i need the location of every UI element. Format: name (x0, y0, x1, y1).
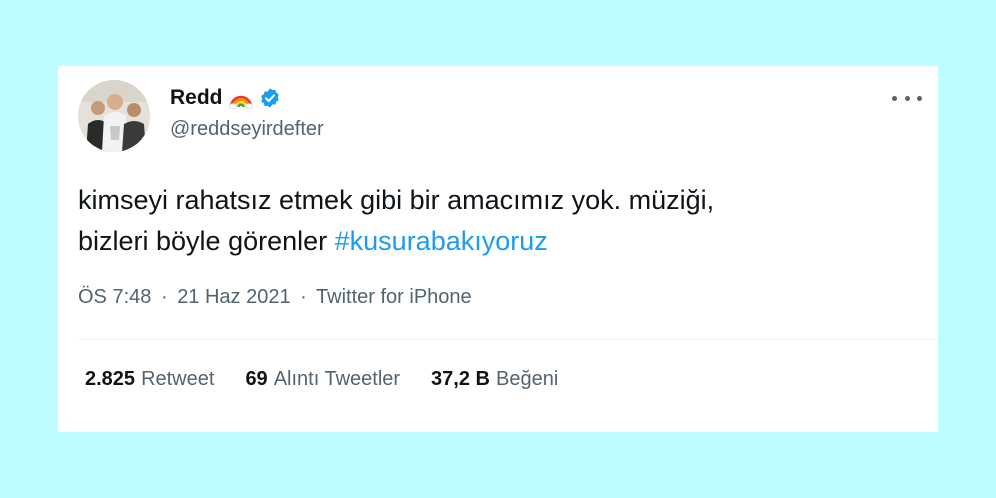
like-label: Beğeni (495, 368, 559, 390)
avatar-image (78, 80, 150, 152)
quote-tweet-count: 69 (245, 368, 268, 390)
more-dot (917, 95, 922, 101)
display-name[interactable]: Redd (170, 86, 223, 110)
verified-badge-icon (259, 87, 281, 109)
tweet-text-line-2: bizleri böyle görenler #kusurabakıyoruz (78, 221, 918, 262)
rainbow-icon (228, 87, 253, 109)
user-handle[interactable]: @reddseyirdefter (170, 118, 324, 141)
more-dot (892, 95, 897, 101)
tweet-source[interactable]: Twitter for iPhone (316, 286, 472, 308)
retweet-stat[interactable]: 2.825 Retweet (85, 368, 214, 391)
meta-separator: · (160, 286, 168, 308)
author-name-row: Redd (170, 86, 281, 110)
meta-separator: · (300, 286, 307, 308)
retweet-count: 2.825 (85, 368, 136, 390)
tweet-time[interactable]: ÖS 7:48 (78, 286, 151, 308)
engagement-stats: 2.825 Retweet 69 Alıntı Tweetler 37,2 B … (85, 368, 558, 391)
like-stat[interactable]: 37,2 B Beğeni (431, 368, 558, 391)
retweet-label: Retweet (141, 368, 215, 390)
hashtag-link[interactable]: #kusurabakıyoruz (335, 226, 548, 256)
more-options-icon[interactable] (892, 88, 922, 108)
tweet-date[interactable]: 21 Haz 2021 (177, 286, 290, 308)
tweet-text-prefix: bizleri böyle görenler (78, 226, 335, 256)
like-count: 37,2 B (431, 368, 490, 390)
tweet-card: Redd @reddseyirdefter kimseyi rahatsız e… (58, 66, 938, 432)
tweet-text-line-1: kimseyi rahatsız etmek gibi bir amacımız… (78, 185, 715, 215)
quote-tweet-stat[interactable]: 69 Alıntı Tweetler (245, 368, 400, 391)
more-dot (904, 95, 910, 101)
divider (78, 339, 938, 340)
tweet-text: kimseyi rahatsız etmek gibi bir amacımız… (78, 180, 918, 262)
avatar[interactable] (78, 80, 150, 152)
quote-tweet-label: Alıntı Tweetler (273, 368, 401, 390)
tweet-metadata: ÖS 7:48 · 21 Haz 2021 · Twitter for iPho… (78, 286, 472, 309)
